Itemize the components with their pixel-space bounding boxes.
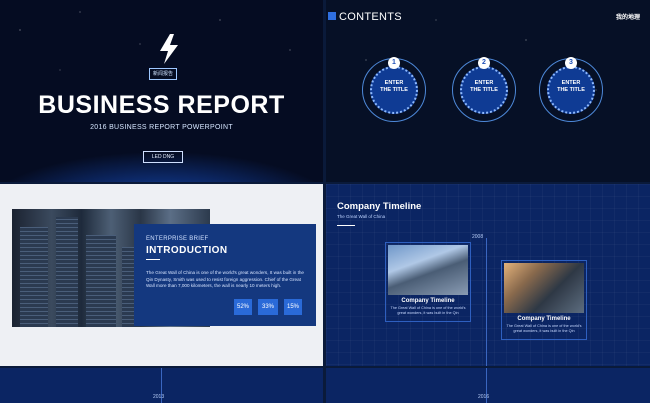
card-title: Company Timeline [517, 316, 571, 322]
stat-badge: 33% [258, 299, 278, 315]
intro-heading: INTRODUCTION [146, 245, 228, 256]
slide-contents[interactable]: CONTENTS 我的地理 1 ENTER THE TITLE 2 ENTER TH… [326, 0, 650, 182]
intro-kicker: ENTERPRISE BRIEF [146, 236, 209, 242]
item-number: 1 [388, 57, 400, 69]
card-desc: The Great Wall of China is one of the wo… [506, 324, 582, 334]
card-title: Company Timeline [401, 298, 455, 304]
slide-title: BUSINESS REPORT [38, 91, 285, 119]
intro-body: The Great Wall of China is one of the wo… [146, 270, 304, 289]
brand-logo: 我的地理 [615, 15, 640, 21]
slide-button[interactable]: LED DNG [143, 151, 183, 163]
divider [146, 259, 160, 260]
logo-tag: 新闻报告 [149, 68, 177, 80]
intro-card: ENTERPRISE BRIEF INTRODUCTION The Great … [134, 224, 316, 326]
slide-introduction[interactable]: ENTERPRISE BRIEF INTRODUCTION The Great … [0, 184, 323, 366]
slide-business-report[interactable]: 新闻报告 BUSINESS REPORT 2016 BUSINESS REPOR… [0, 0, 323, 182]
stat-badge: 15% [284, 299, 302, 315]
item-number: 3 [565, 57, 577, 69]
item-number: 2 [478, 57, 490, 69]
slide-subtitle: 2016 BUSINESS REPORT POWERPOINT [90, 124, 233, 131]
slide-timeline[interactable]: Company Timeline The Great Wall of China… [326, 184, 650, 366]
building-image [388, 245, 468, 295]
timeline-subtitle: The Great Wall of China [337, 214, 386, 219]
item-label: ENTER THE TITLE [557, 80, 585, 93]
timeline-title: Company Timeline [337, 201, 422, 212]
contents-item-2[interactable]: 2 ENTER THE TITLE [452, 57, 516, 122]
timeline-year: 2016 [478, 394, 490, 400]
item-label: ENTER THE TITLE [470, 80, 498, 93]
stat-badge: 52% [234, 299, 252, 315]
timeline-year: 2008 [472, 234, 484, 240]
item-label: ENTER THE TITLE [380, 80, 408, 93]
divider [337, 225, 355, 226]
slide-bottom-left[interactable]: 2013 [0, 368, 323, 403]
timeline-year: 2013 [153, 394, 165, 400]
lightning-bolt-icon [160, 34, 178, 64]
building-image [504, 263, 584, 313]
card-desc: The Great Wall of China is one of the wo… [390, 306, 466, 316]
timeline-card-1[interactable]: Company Timeline The Great Wall of China… [385, 242, 471, 322]
timeline-card-2[interactable]: Company Timeline The Great Wall of China… [501, 260, 587, 340]
contents-item-3[interactable]: 3 ENTER THE TITLE [539, 57, 603, 122]
timeline-axis [486, 238, 487, 366]
slide-bottom-right[interactable]: 2016 [326, 368, 650, 403]
title-marker [328, 12, 336, 20]
contents-title: CONTENTS [339, 11, 402, 23]
contents-item-1[interactable]: 1 ENTER THE TITLE [362, 57, 426, 122]
